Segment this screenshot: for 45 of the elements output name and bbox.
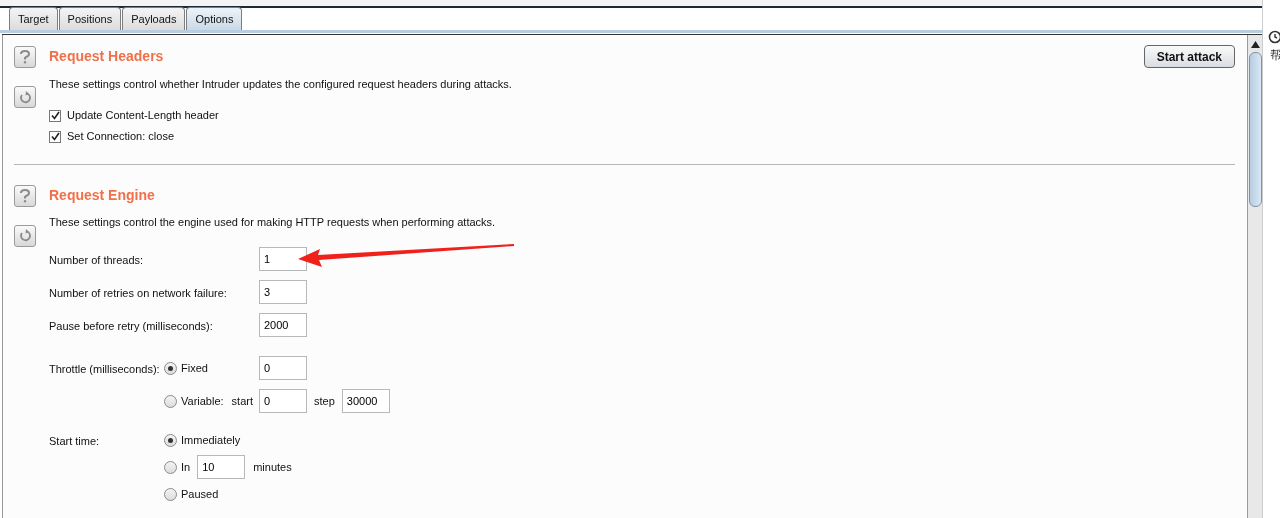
label: minutes: [253, 459, 292, 475]
checkbox[interactable]: [49, 130, 61, 143]
input-field[interactable]: 10: [197, 455, 246, 479]
reset-icon[interactable]: [14, 86, 36, 108]
section-description: These settings control whether Intruder updates the configured request headers during attacks.: [49, 77, 513, 92]
input-field[interactable]: 3: [259, 280, 307, 304]
tab[interactable]: Positions: [58, 7, 122, 30]
label: step: [314, 393, 335, 409]
label: Fixed: [181, 360, 208, 376]
input-field[interactable]: 0: [259, 356, 307, 380]
label: Pause before retry (milliseconds):: [49, 320, 213, 332]
radio-button[interactable]: [164, 487, 177, 501]
label: Update Content-Length header: [67, 108, 219, 124]
label: Set Connection: close: [67, 129, 174, 145]
clock-icon: [1267, 30, 1280, 44]
radio-button[interactable]: [164, 460, 177, 474]
scrollbar[interactable]: [1247, 35, 1262, 518]
section-title: Request Engine: [49, 185, 155, 205]
label: Immediately: [181, 432, 241, 448]
tab[interactable]: Options: [186, 7, 243, 30]
section-description: These settings control the engine used for making HTTP requests when performing attacks.: [49, 214, 497, 230]
scroll-up-icon[interactable]: [1250, 41, 1260, 48]
tab[interactable]: Target: [9, 7, 58, 30]
input-field[interactable]: 30000: [341, 389, 390, 413]
label: Paused: [181, 486, 219, 502]
reset-icon[interactable]: [14, 224, 36, 247]
checkbox[interactable]: [49, 109, 61, 122]
label: start: [231, 393, 253, 409]
radio-button[interactable]: [164, 433, 177, 447]
input-field[interactable]: 1: [259, 247, 307, 271]
label: Number of threads:: [49, 254, 144, 266]
tab[interactable]: Payloads: [122, 7, 186, 30]
start-attack-button[interactable]: Start attack: [1143, 45, 1235, 68]
section-title: Request Headers: [49, 47, 164, 66]
help-icon[interactable]: [14, 184, 36, 207]
radio-button[interactable]: [164, 394, 177, 408]
radio-button[interactable]: [164, 361, 177, 375]
label: In: [181, 459, 191, 475]
label: Start time:: [49, 435, 100, 447]
label: Variable:: [181, 393, 224, 409]
help-icon[interactable]: [14, 46, 36, 68]
input-field[interactable]: 0: [259, 389, 307, 413]
input-field[interactable]: 2000: [259, 313, 307, 337]
label: Throttle (milliseconds):: [49, 363, 160, 375]
label: Number of retries on network failure:: [49, 287, 227, 299]
